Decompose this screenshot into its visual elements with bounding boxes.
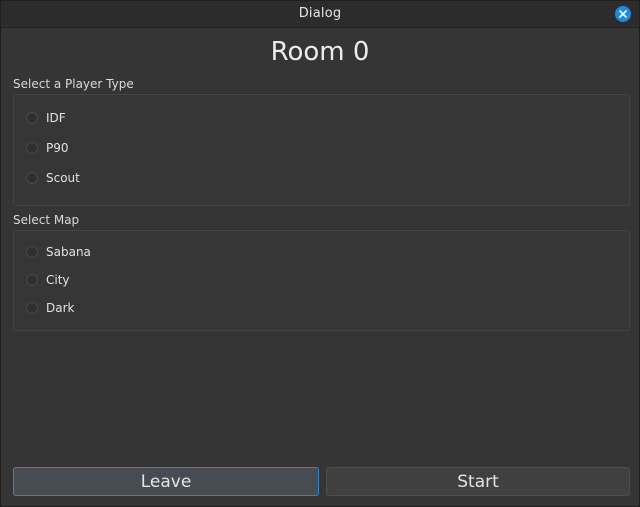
close-button[interactable] [615,6,631,22]
map-group: Sabana City Dark [13,230,630,331]
radio-option-city[interactable]: City [26,270,70,290]
radio-button[interactable] [26,246,38,258]
radio-button[interactable] [26,302,38,314]
dialog-window: Dialog Room 0 Select a Player Type IDF P… [0,0,640,507]
room-title: Room 0 [270,37,370,67]
radio-label: IDF [46,111,66,125]
radio-option-sabana[interactable]: Sabana [26,242,91,262]
start-button[interactable]: Start [326,467,630,496]
player-type-label: Select a Player Type [13,77,134,91]
radio-button[interactable] [26,142,38,154]
radio-label: Scout [46,171,80,185]
radio-label: City [46,273,70,287]
window-title: Dialog [298,6,342,21]
radio-button[interactable] [26,112,38,124]
player-type-group: IDF P90 Scout [13,94,630,206]
leave-button[interactable]: Leave [13,467,319,496]
radio-button[interactable] [26,172,38,184]
title-bar: Dialog [1,1,639,28]
radio-option-dark[interactable]: Dark [26,298,74,318]
close-icon [619,10,627,18]
radio-option-p90[interactable]: P90 [26,138,69,158]
radio-label: P90 [46,141,69,155]
radio-button[interactable] [26,274,38,286]
radio-label: Sabana [46,245,91,259]
radio-label: Dark [46,301,75,315]
radio-option-idf[interactable]: IDF [26,108,66,128]
radio-option-scout[interactable]: Scout [26,168,80,188]
map-label: Select Map [13,213,80,227]
